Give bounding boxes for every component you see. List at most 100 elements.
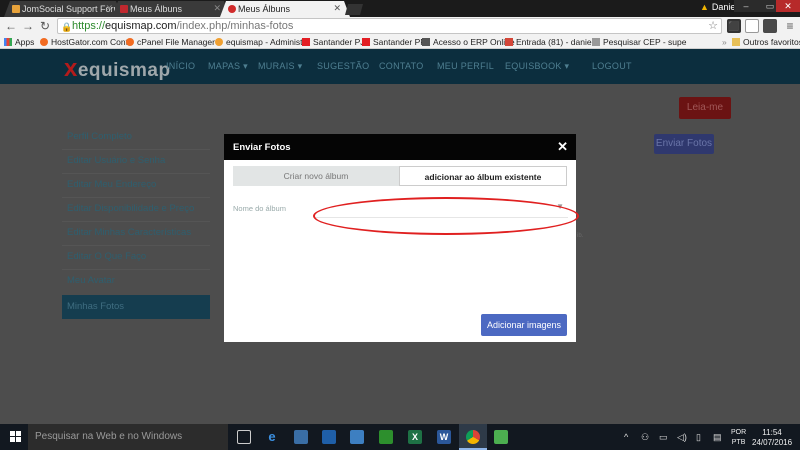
taskbar-search[interactable]: Pesquisar na Web e no Windows	[28, 424, 228, 450]
close-icon[interactable]: ✕	[105, 3, 113, 14]
bookmark-label: Acesso o ERP Online	[433, 37, 515, 47]
logo-text: equismap	[77, 60, 171, 81]
page-text-fragment: ib.	[577, 233, 584, 239]
nav-link-logout[interactable]: LOGOUT	[592, 61, 632, 71]
gmail-icon	[505, 38, 513, 46]
word-icon[interactable]: W	[437, 430, 451, 444]
tab-title: Meus Álbuns	[238, 4, 291, 14]
nav-link-inicio[interactable]: INÍCIO	[166, 61, 195, 71]
hostgator-icon	[40, 38, 48, 46]
joomla-icon	[215, 38, 223, 46]
browser-tab-active[interactable]: Meus Álbuns ✕	[220, 1, 350, 17]
bookmark-label: cPanel File Manager	[137, 37, 215, 47]
browser-toolbar: ← → ↻ 🔒 https://equismap.com/index.php/m…	[0, 17, 800, 35]
close-icon[interactable]: ✕	[333, 3, 341, 14]
profile-badge[interactable]: ▲ Daniel	[700, 2, 737, 12]
task-view-icon[interactable]	[237, 430, 251, 444]
forward-arrow-icon[interactable]: →	[21, 19, 35, 33]
bookmark-item[interactable]: Pesquisar CEP - supe	[592, 37, 686, 47]
chevron-up-icon[interactable]: ^	[624, 432, 628, 442]
file-explorer-icon[interactable]	[294, 430, 308, 444]
sidebar-item-editar-caracteristicas[interactable]: Editar Minhas Características	[62, 221, 210, 245]
site-navbar: xequismap INÍCIO MAPAS ▾ MURAIS ▾ SUGEST…	[0, 49, 800, 84]
bookmark-item[interactable]: Apps	[4, 37, 34, 47]
windows-start-icon[interactable]	[10, 431, 22, 443]
keyboard-layout: PTB	[731, 439, 746, 446]
browser-tab[interactable]: JomSocial Support Forum ✕	[4, 1, 122, 17]
bookmark-label: Apps	[15, 37, 35, 47]
reload-icon[interactable]: ↻	[38, 19, 52, 33]
nav-link-equisbook[interactable]: EQUISBOOK ▾	[505, 61, 569, 72]
sidebar-item-meu-avatar[interactable]: Meu Avatar	[62, 269, 210, 293]
app-icon[interactable]	[379, 430, 393, 444]
nav-link-contato[interactable]: CONTATO	[379, 61, 424, 71]
close-window-button[interactable]: ✕	[776, 0, 800, 12]
extension-icon[interactable]	[763, 19, 777, 33]
taskbar-clock[interactable]: 11:54 24/07/2016	[752, 428, 792, 448]
album-name-label: Nome do álbum	[233, 204, 286, 213]
sidebar-item-minhas-fotos[interactable]: Minhas Fotos	[62, 295, 210, 319]
network-icon[interactable]: ▭	[659, 432, 668, 443]
nav-link-mapas[interactable]: MAPAS ▾	[208, 61, 248, 72]
extension-icon[interactable]: ⬛	[727, 19, 741, 33]
browser-titlebar: JomSocial Support Forum ✕ Meus Álbuns ✕ …	[0, 0, 800, 17]
tab-criar-novo-album[interactable]: Criar novo álbum	[233, 166, 399, 186]
sidebar-item-editar-o-que-faco[interactable]: Editar O Que Faço	[62, 245, 210, 269]
browser-tab[interactable]: Meus Álbuns ✕	[112, 1, 230, 17]
minimize-button[interactable]: –	[734, 0, 758, 12]
bookmark-item[interactable]: cPanel File Manager	[126, 37, 215, 47]
back-arrow-icon[interactable]: ←	[4, 19, 18, 33]
store-icon[interactable]	[322, 430, 336, 444]
bookmark-label: equismap - Administ	[226, 37, 303, 47]
enviar-fotos-button[interactable]: Enviar Fotos	[654, 134, 714, 154]
nav-link-sugestao[interactable]: SUGESTÃO	[317, 61, 369, 71]
address-bar[interactable]: 🔒 https://equismap.com/index.php/minhas-…	[57, 18, 722, 34]
enviar-fotos-modal: Enviar Fotos ✕ Criar novo álbum adiciona…	[224, 134, 576, 342]
url-domain: equismap.com	[105, 20, 177, 32]
sidebar-item-editar-disponibilidade[interactable]: Editar Disponibilidade e Preço	[62, 197, 210, 221]
bookmarks-bar: Apps HostGator.com Cont cPanel File Mana…	[0, 35, 800, 49]
other-bookmarks-label: Outros favoritos	[743, 37, 800, 47]
bookmark-item[interactable]: Entrada (81) - daniel	[505, 37, 594, 47]
more-bookmarks-icon[interactable]: »	[722, 37, 727, 47]
notifications-icon[interactable]: ▤	[713, 432, 722, 443]
people-icon[interactable]: ⚇	[641, 432, 649, 443]
santander-icon	[302, 38, 310, 46]
power-icon[interactable]: ▯	[696, 432, 701, 443]
site-logo[interactable]: xequismap	[64, 55, 171, 83]
sidebar-item-editar-usuario[interactable]: Editar Usuário e Senha	[62, 149, 210, 173]
sidebar-item-editar-endereco[interactable]: Editar Meu Endereço	[62, 173, 210, 197]
equismap-favicon-icon	[228, 5, 236, 13]
chrome-icon[interactable]	[466, 430, 480, 444]
sidebar-item-perfil-completo[interactable]: Perfil Completo	[62, 125, 210, 149]
volume-icon[interactable]: ◁)	[677, 432, 687, 443]
menu-icon[interactable]: ≡	[783, 19, 797, 33]
extension-icon[interactable]	[745, 19, 759, 33]
edge-icon[interactable]: e	[265, 430, 279, 444]
folder-icon	[732, 38, 740, 46]
network-app-icon[interactable]	[350, 430, 364, 444]
leia-me-button[interactable]: Leia-me	[679, 97, 731, 119]
nav-link-murais[interactable]: MURAIS ▾	[258, 61, 302, 72]
bookmark-item[interactable]: HostGator.com Cont	[40, 37, 128, 47]
equismap-favicon-icon	[120, 5, 128, 13]
close-icon[interactable]: ✕	[557, 139, 568, 155]
notepad-app-icon[interactable]	[494, 430, 508, 444]
new-tab-button[interactable]	[345, 4, 363, 15]
nav-link-meu-perfil[interactable]: MEU PERFIL	[437, 61, 494, 71]
bookmark-item[interactable]: Santander PJ	[302, 37, 365, 47]
bookmark-star-icon[interactable]: ☆	[708, 19, 718, 33]
clock-date: 24/07/2016	[752, 438, 793, 447]
language-indicator[interactable]: POR PTB	[731, 428, 746, 448]
windows-taskbar: Pesquisar na Web e no Windows e X W ^ ⚇ …	[0, 424, 800, 450]
excel-icon[interactable]: X	[408, 430, 422, 444]
close-icon[interactable]: ✕	[213, 3, 221, 14]
adicionar-imagens-button[interactable]: Adicionar imagens	[481, 314, 567, 336]
tab-adicionar-album-existente[interactable]: adicionar ao álbum existente	[399, 166, 567, 186]
modal-header: Enviar Fotos ✕	[224, 134, 576, 160]
modal-title: Enviar Fotos	[233, 142, 291, 153]
bookmark-item[interactable]: equismap - Administ	[215, 37, 303, 47]
bookmark-item[interactable]: Acesso o ERP Online	[422, 37, 515, 47]
other-bookmarks[interactable]: Outros favoritos	[732, 37, 800, 47]
bookmark-item[interactable]: Santander PF	[362, 37, 425, 47]
